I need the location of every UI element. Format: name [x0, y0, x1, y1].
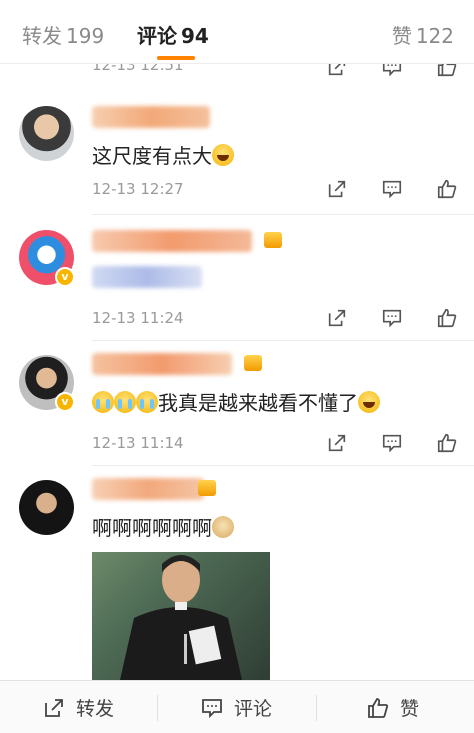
- share-icon: [328, 180, 346, 198]
- comment-content: 这尺度有点大: [92, 140, 234, 169]
- share-button[interactable]: [324, 305, 350, 331]
- reply-icon: [382, 434, 402, 453]
- crown-badge-icon: [244, 355, 262, 371]
- like-label: 赞: [400, 698, 420, 720]
- comment-actions: [324, 176, 474, 202]
- share-button[interactable]: [324, 430, 350, 456]
- comment-content: 我真是越来越看不懂了: [92, 387, 380, 416]
- like-button[interactable]: [434, 64, 460, 80]
- laugh-emoji-icon: [358, 391, 380, 413]
- repost-button[interactable]: 转发: [42, 681, 114, 733]
- bar-divider: [157, 695, 158, 721]
- comment-time: 12-13 12:51: [92, 64, 184, 74]
- share-icon: [328, 64, 346, 76]
- comment-actions: [324, 430, 474, 456]
- comment-content: 啊啊啊啊啊啊: [92, 512, 234, 541]
- thumb-up-icon: [437, 64, 457, 77]
- reply-icon: [382, 309, 402, 328]
- comment-tabs: 转发 199 评论 94 赞 122: [0, 0, 474, 64]
- tab-repost-label: 转发: [22, 24, 62, 48]
- reply-button[interactable]: [379, 430, 405, 456]
- comment-item: 啊啊啊啊啊啊: [0, 466, 474, 680]
- share-icon: [45, 698, 63, 717]
- comment-time: 12-13 11:14: [92, 434, 184, 452]
- tab-comment-label: 评论: [137, 24, 177, 48]
- bottom-action-bar: 转发 评论 赞: [0, 680, 474, 733]
- comment-actions: [324, 64, 474, 80]
- like-button[interactable]: [434, 176, 460, 202]
- verified-badge-icon: v: [55, 392, 75, 412]
- tears-emoji-icon: [136, 391, 158, 413]
- reply-icon: [382, 64, 402, 77]
- comment-text: 这尺度有点大: [92, 144, 212, 168]
- username-redacted[interactable]: [92, 106, 210, 128]
- comment-item: v 我真是越来越看不懂了 12-13 11:14: [0, 341, 474, 466]
- tab-like[interactable]: 赞 122: [392, 20, 454, 49]
- like-button[interactable]: 赞: [366, 681, 419, 733]
- thumb-up-icon: [437, 433, 457, 453]
- thumb-up-icon: [368, 697, 389, 718]
- comment-time: 12-13 12:27: [92, 180, 184, 198]
- comment-image-figure: [120, 555, 242, 680]
- comment-icon: [202, 698, 222, 718]
- comment-label: 评论: [234, 698, 273, 720]
- username-redacted[interactable]: [92, 478, 204, 500]
- comment-content-redacted: [92, 266, 202, 288]
- bar-divider: [316, 695, 317, 721]
- tab-like-label: 赞: [391, 24, 412, 48]
- active-tab-indicator: [157, 56, 195, 60]
- share-icon: [328, 434, 346, 452]
- tab-like-count: 122: [415, 24, 454, 48]
- comment-text: 我真是越来越看不懂了: [158, 391, 358, 415]
- tab-comment-count: 94: [181, 24, 209, 48]
- tab-repost-count: 199: [66, 24, 105, 48]
- crown-badge-icon: [198, 480, 216, 496]
- tears-emoji-icon: [92, 391, 114, 413]
- username-redacted[interactable]: [92, 230, 252, 252]
- reply-button[interactable]: [379, 176, 405, 202]
- comment-list[interactable]: 12-13 12:51 这尺度有点大 12-13 12:27 v 12-13 1…: [0, 64, 474, 680]
- reply-button[interactable]: [379, 64, 405, 80]
- comment-image[interactable]: [92, 552, 270, 680]
- reply-button[interactable]: [379, 305, 405, 331]
- share-button[interactable]: [324, 176, 350, 202]
- like-button[interactable]: [434, 305, 460, 331]
- comment-actions: [324, 305, 474, 331]
- avatar[interactable]: [19, 480, 74, 535]
- reply-icon: [382, 180, 402, 199]
- thumb-up-icon: [437, 308, 457, 328]
- username-redacted[interactable]: [92, 353, 232, 375]
- comment-item-cut: 12-13 12:51: [0, 64, 474, 86]
- share-button[interactable]: [324, 64, 350, 80]
- like-button[interactable]: [434, 430, 460, 456]
- tears-emoji-icon: [114, 391, 136, 413]
- verified-badge-icon: v: [55, 267, 75, 287]
- tab-repost[interactable]: 转发 199: [22, 20, 104, 49]
- repost-label: 转发: [76, 698, 115, 720]
- comment-item: v 12-13 11:24: [0, 216, 474, 341]
- doge-emoji-icon: [212, 516, 234, 538]
- laugh-emoji-icon: [212, 144, 234, 166]
- comment-item: 这尺度有点大 12-13 12:27: [0, 100, 474, 216]
- crown-badge-icon: [264, 232, 282, 248]
- share-icon: [328, 309, 346, 327]
- comment-time: 12-13 11:24: [92, 309, 184, 327]
- thumb-up-icon: [437, 179, 457, 199]
- avatar[interactable]: [19, 106, 74, 161]
- comment-button[interactable]: 评论: [200, 681, 474, 733]
- comment-text: 啊啊啊啊啊啊: [92, 516, 212, 540]
- comment-divider: [92, 214, 474, 215]
